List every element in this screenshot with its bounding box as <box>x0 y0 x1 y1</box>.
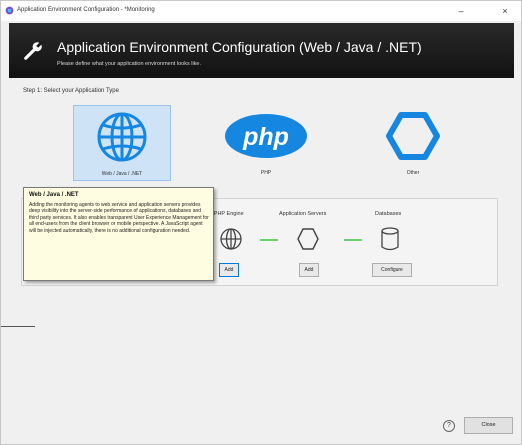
database-icon <box>381 227 399 251</box>
divider <box>1 326 35 327</box>
app-type-other[interactable]: Other <box>365 105 461 179</box>
php-logo-icon: php <box>225 114 307 158</box>
wrench-icon <box>24 40 44 60</box>
app-type-php[interactable]: php PHP <box>218 105 314 179</box>
help-icon[interactable]: ? <box>443 420 455 432</box>
app-icon <box>5 6 14 15</box>
application-window: Application Environment Configuration - … <box>0 0 522 445</box>
app-type-web-java-net[interactable]: Web / Java / .NET <box>73 105 171 181</box>
app-type-tooltip: Web / Java / .NET Adding the monitoring … <box>23 187 214 281</box>
svg-text:php: php <box>242 123 289 151</box>
close-window-button[interactable]: × <box>493 3 517 19</box>
tooltip-title: Web / Java / .NET <box>29 192 79 198</box>
page-subtitle: Please define what your application envi… <box>57 61 201 67</box>
server-hexagon-icon <box>297 228 319 250</box>
globe-outline-icon <box>220 228 242 250</box>
connector-line <box>260 239 278 241</box>
connector-line <box>344 239 362 241</box>
window-title: Application Environment Configuration - … <box>17 7 155 13</box>
hexagon-icon <box>386 112 440 160</box>
app-type-label: Other <box>406 170 420 176</box>
app-type-label: PHP <box>260 170 272 176</box>
stage-application-servers-label: Application Servers <box>279 211 327 217</box>
app-type-label: Web / Java / .NET <box>101 171 143 177</box>
stage-databases-label: Databases <box>375 211 402 217</box>
tooltip-body: Adding the monitoring agents to web serv… <box>29 202 209 234</box>
minimize-button[interactable]: – <box>449 3 473 19</box>
page-title: Application Environment Configuration (W… <box>57 39 422 55</box>
add-web-engine-button[interactable]: Add <box>219 263 239 277</box>
configure-databases-button[interactable]: Configure <box>372 263 412 277</box>
wizard-header: Application Environment Configuration (W… <box>9 23 514 78</box>
title-bar: Application Environment Configuration - … <box>1 1 521 21</box>
close-button[interactable]: Close <box>464 417 513 434</box>
globe-icon <box>97 112 147 162</box>
step1-label: Step 1: Select your Application Type <box>23 88 119 94</box>
add-application-server-button[interactable]: Add <box>299 263 319 277</box>
